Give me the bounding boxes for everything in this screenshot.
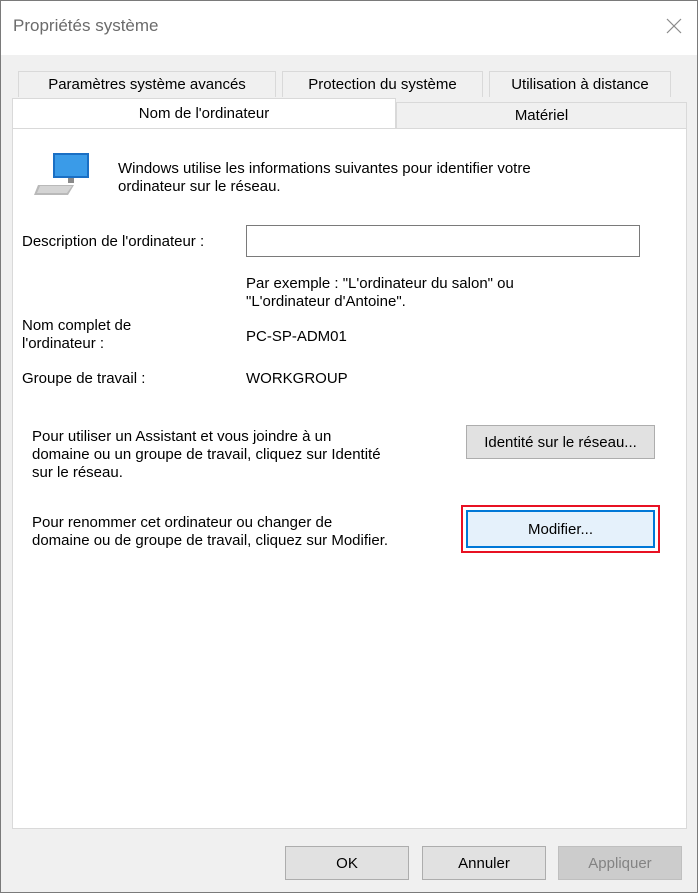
ok-button[interactable]: OK	[285, 846, 409, 880]
modify-button[interactable]: Modifier...	[466, 510, 655, 548]
computer-description-input[interactable]	[246, 225, 640, 257]
network-id-description: Pour utiliser un Assistant et vous joind…	[32, 428, 381, 481]
rename-description: Pour renommer cet ordinateur ou changer …	[32, 514, 389, 549]
apply-button[interactable]: Appliquer	[558, 846, 682, 880]
computer-monitor-icon	[34, 153, 89, 195]
workgroup-label: Groupe de travail :	[22, 370, 146, 387]
example-text: Par exemple : "L'ordinateur du salon" ou…	[246, 275, 514, 310]
network-id-button[interactable]: Identité sur le réseau...	[466, 425, 655, 459]
tab-computer-name[interactable]: Nom de l'ordinateur	[12, 98, 396, 128]
intro-text: Windows utilise les informations suivant…	[118, 160, 531, 195]
tab-remote-usage[interactable]: Utilisation à distance	[489, 71, 671, 97]
title-bar: Propriétés système	[1, 1, 697, 55]
window-title: Propriétés système	[13, 16, 159, 35]
full-name-value: PC-SP-ADM01	[246, 328, 347, 345]
cancel-button[interactable]: Annuler	[422, 846, 546, 880]
close-icon	[666, 18, 682, 34]
tab-advanced-settings[interactable]: Paramètres système avancés	[18, 71, 276, 97]
close-button[interactable]	[651, 1, 697, 51]
tab-system-protection[interactable]: Protection du système	[282, 71, 483, 97]
full-name-label: Nom complet de l'ordinateur :	[22, 317, 132, 352]
description-label: Description de l'ordinateur :	[22, 233, 205, 250]
tab-hardware[interactable]: Matériel	[396, 102, 687, 128]
system-properties-dialog: Propriétés système Paramètres système av…	[0, 0, 698, 893]
workgroup-value: WORKGROUP	[246, 370, 348, 387]
